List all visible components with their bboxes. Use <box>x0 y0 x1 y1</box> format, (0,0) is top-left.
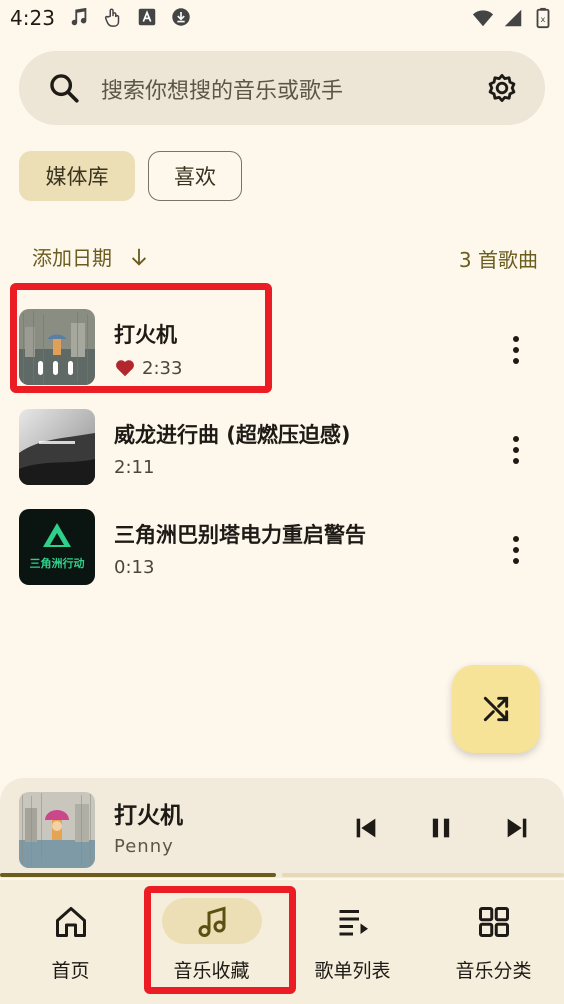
wifi-icon <box>472 10 494 27</box>
song-meta: 0:13 <box>114 557 154 578</box>
playback-progress[interactable] <box>0 873 564 877</box>
touch-icon <box>104 8 120 27</box>
progress-fill <box>0 873 276 877</box>
search-bar[interactable]: 搜索你想搜的音乐或歌手 <box>19 51 545 125</box>
song-duration: 0:13 <box>114 557 155 578</box>
progress-remaining <box>282 873 564 877</box>
song-row[interactable]: 威龙进行曲 (超燃压迫感) 2:11 <box>0 401 564 501</box>
signal-icon <box>504 9 522 27</box>
more-vert-icon[interactable] <box>506 333 526 367</box>
highlight-box-nav <box>144 886 296 994</box>
more-vert-icon[interactable] <box>506 433 526 467</box>
more-vert-icon[interactable] <box>506 533 526 567</box>
status-time: 4:23 <box>10 6 55 30</box>
nav-home[interactable]: 首页 <box>0 880 141 1004</box>
song-meta: 2:11 <box>114 457 154 478</box>
svg-text:x: x <box>541 14 546 24</box>
nav-playlists[interactable]: 歌单列表 <box>282 880 423 1004</box>
mini-player[interactable]: 打火机 Penny <box>0 778 564 878</box>
chip-library[interactable]: 媒体库 <box>19 151 135 201</box>
search-placeholder[interactable]: 搜索你想搜的音乐或歌手 <box>101 73 343 105</box>
nav-categories[interactable]: 音乐分类 <box>423 880 564 1004</box>
now-playing-artist[interactable]: Penny <box>114 836 174 857</box>
shuffle-icon <box>483 696 509 722</box>
nav-label: 歌单列表 <box>314 960 391 982</box>
home-icon <box>55 907 86 937</box>
now-playing-title[interactable]: 打火机 <box>114 796 183 830</box>
search-icon <box>50 74 79 103</box>
song-duration: 2:11 <box>114 457 155 478</box>
skip-previous-icon[interactable] <box>352 814 380 842</box>
now-playing-cover[interactable] <box>19 792 95 868</box>
cover-logo-text: 三角洲行动 <box>30 556 85 570</box>
sort-label[interactable]: 添加日期 <box>32 242 112 271</box>
song-title: 三角洲巴别塔电力重启警告 <box>114 523 366 547</box>
grid-icon <box>478 907 509 937</box>
gear-icon[interactable] <box>485 71 519 105</box>
sort-selector[interactable]: 添加日期 <box>32 242 150 271</box>
playlist-icon <box>339 910 368 936</box>
status-bar: 4:23 x <box>0 0 564 40</box>
highlight-box-song <box>10 283 272 393</box>
pause-icon[interactable] <box>427 814 455 842</box>
skip-next-icon[interactable] <box>503 814 531 842</box>
music-notification-icon <box>71 7 87 26</box>
nav-label: 音乐分类 <box>455 960 532 982</box>
album-cover: 三角洲行动 <box>19 509 95 585</box>
system-icons: x <box>472 7 554 29</box>
font-a-icon <box>138 8 156 26</box>
download-icon <box>172 8 190 26</box>
album-cover <box>19 409 95 485</box>
notification-icons <box>68 6 192 28</box>
shuffle-button[interactable] <box>452 665 540 753</box>
battery-icon: x <box>536 7 550 29</box>
arrow-down-icon[interactable] <box>128 246 150 268</box>
song-title: 威龙进行曲 (超燃压迫感) <box>114 423 351 447</box>
chip-favorites[interactable]: 喜欢 <box>148 151 242 201</box>
song-row[interactable]: 三角洲行动 三角洲巴别塔电力重启警告 0:13 <box>0 501 564 601</box>
song-count: 3 首歌曲 <box>458 248 538 272</box>
nav-label: 首页 <box>51 960 90 982</box>
